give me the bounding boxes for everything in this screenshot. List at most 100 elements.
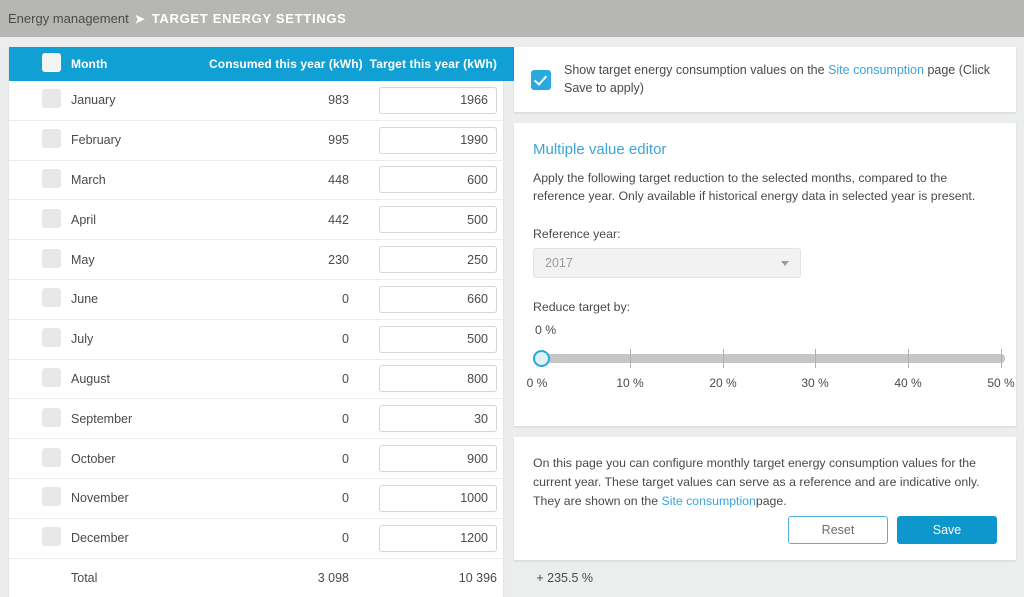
target-input[interactable] (379, 126, 497, 154)
cell-consumed: 0 (199, 279, 359, 320)
reduce-target-value: 0 % (535, 323, 557, 338)
cell-target (359, 279, 507, 320)
row-checkbox[interactable] (42, 168, 61, 188)
target-input[interactable] (379, 405, 497, 433)
column-header-consumed[interactable]: Consumed this year (kWh) (199, 47, 363, 81)
table-header: Month Consumed this year (kWh) Target th… (9, 47, 593, 81)
breadcrumb: Energy management ➤ TARGET ENERGY SETTIN… (0, 0, 1024, 37)
info-text-part-2: page. (755, 494, 787, 509)
show-target-checkbox[interactable] (531, 69, 551, 90)
chevron-down-icon (781, 260, 789, 266)
editor-title: Multiple value editor (533, 141, 667, 158)
total-consumed: 3 098 (317, 570, 349, 585)
table-row: August0--- (9, 359, 594, 400)
row-checkbox[interactable] (42, 487, 61, 507)
row-checkbox[interactable] (42, 328, 61, 348)
cell-month: June (61, 279, 199, 320)
target-input[interactable] (379, 484, 497, 512)
breadcrumb-separator-icon: ➤ (134, 11, 145, 26)
row-select-cell (9, 319, 61, 360)
slider-tick-labels: 0 % 10 % 20 % 30 % 40 % 50 % (527, 376, 1015, 394)
target-input[interactable] (379, 445, 497, 473)
cell-month: December (61, 518, 199, 559)
table-row: March448+ 33.8 % (9, 160, 593, 201)
row-checkbox[interactable] (42, 89, 61, 109)
site-consumption-link-info[interactable]: Site consumption (662, 494, 756, 508)
cell-target (359, 518, 507, 559)
multiple-value-editor-card: Multiple value editor Apply the followin… (514, 123, 1016, 426)
info-card: On this page you can configure monthly t… (514, 437, 1016, 560)
slider-tick-label: 40 % (894, 376, 922, 391)
column-header-target[interactable]: Target this year (kWh) (359, 47, 507, 81)
total-target: 10 396 (458, 570, 497, 585)
cell-month: August (61, 359, 199, 400)
target-input[interactable] (379, 524, 497, 552)
slider-tick (630, 349, 631, 369)
target-input[interactable] (379, 86, 497, 114)
row-select-cell (9, 438, 61, 479)
site-consumption-link[interactable]: Site consumption (828, 63, 924, 77)
options-column: Show target energy consumption values on… (514, 47, 1016, 560)
row-checkbox[interactable] (42, 248, 61, 268)
page-title: TARGET ENERGY SETTINGS (151, 11, 347, 26)
row-checkbox[interactable] (42, 367, 61, 387)
slider-tick-label: 50 % (987, 376, 1015, 391)
slider-tick (1001, 349, 1002, 369)
cell-month: May (61, 239, 199, 280)
cell-consumed: 983 (199, 81, 359, 121)
breadcrumb-root[interactable]: Energy management (8, 11, 129, 26)
target-input[interactable] (379, 206, 497, 234)
table-column: Month Consumed this year (kWh) Target th… (9, 47, 594, 597)
reference-year-select[interactable]: 2017 (533, 248, 801, 279)
table-row: May230+ 8.8 % (9, 239, 593, 280)
reset-button[interactable]: Reset (788, 516, 888, 544)
target-input[interactable] (379, 365, 497, 393)
cell-consumed: 0 (199, 518, 359, 559)
column-header-month[interactable]: Month (61, 47, 199, 81)
select-all-checkbox[interactable] (42, 53, 61, 72)
row-checkbox[interactable] (42, 129, 61, 149)
cell-consumed: 0 (199, 319, 359, 360)
cell-target (359, 120, 507, 161)
cell-month: February (61, 120, 199, 161)
row-checkbox[interactable] (42, 407, 61, 427)
slider-tick-label: 30 % (801, 376, 829, 391)
reduce-target-label: Reduce target by: (533, 300, 631, 315)
cell-target (359, 398, 507, 440)
table-row: September0--- (9, 398, 594, 440)
target-input[interactable] (379, 285, 497, 313)
cell-target (359, 438, 507, 479)
slider-thumb[interactable] (533, 350, 550, 368)
table-row: January983+ 100.0 % (9, 81, 593, 121)
slider-tick-label: 0 % (526, 376, 548, 391)
row-select-cell (9, 81, 61, 121)
row-select-cell (9, 398, 61, 440)
show-target-card: Show target energy consumption values on… (514, 47, 1016, 112)
page-body: Month Consumed this year (kWh) Target th… (0, 37, 1024, 597)
row-select-cell (9, 160, 61, 201)
row-select-cell (9, 518, 61, 559)
cell-target (359, 478, 507, 519)
row-checkbox[interactable] (42, 527, 61, 547)
row-select-cell (9, 359, 61, 400)
table-body: January983+ 100.0 %February995+ 100.0 %M… (9, 81, 594, 597)
target-input[interactable] (379, 246, 497, 274)
cell-consumed: 448 (199, 160, 359, 201)
row-checkbox[interactable] (42, 208, 61, 228)
slider-tick-label: 20 % (709, 376, 737, 391)
cell-month: July (61, 319, 199, 360)
row-checkbox[interactable] (42, 288, 61, 308)
row-checkbox[interactable] (42, 447, 61, 467)
table-row: December0--- (9, 518, 594, 559)
slider-tick (815, 349, 816, 369)
total-spacer-cell (9, 558, 61, 597)
target-input[interactable] (379, 325, 497, 353)
cell-target (359, 239, 507, 280)
cell-target (359, 359, 507, 400)
target-input[interactable] (379, 166, 497, 194)
total-difference: + 235.5 % (536, 570, 593, 585)
slider-track[interactable] (533, 354, 1005, 364)
save-button[interactable]: Save (897, 516, 997, 544)
editor-description: Apply the following target reduction to … (533, 171, 976, 204)
reduce-target-slider[interactable] (533, 343, 1005, 373)
